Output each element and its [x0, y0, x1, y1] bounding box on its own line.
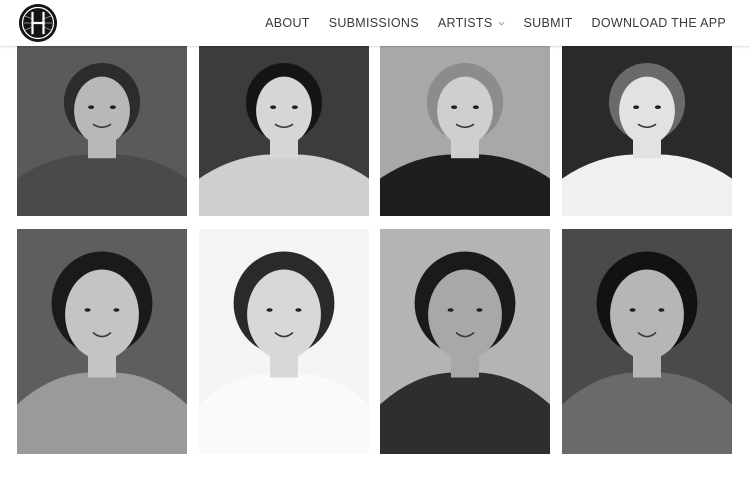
- artist-portrait-3[interactable]: [380, 46, 550, 216]
- artist-portrait-7[interactable]: [380, 229, 550, 454]
- site-header: ABOUT SUBMISSIONS ARTISTS SUBMIT DOWNLOA…: [0, 0, 750, 46]
- nav-submit[interactable]: SUBMIT: [524, 16, 573, 30]
- artist-portrait-2-image: [199, 46, 369, 216]
- artist-portrait-6-image: [199, 229, 369, 454]
- site-logo[interactable]: [19, 4, 57, 42]
- artist-portrait-4[interactable]: [562, 46, 732, 216]
- main-nav: ABOUT SUBMISSIONS ARTISTS SUBMIT DOWNLOA…: [246, 0, 726, 46]
- artist-portrait-1[interactable]: [17, 46, 187, 216]
- artist-portrait-1-image: [17, 46, 187, 216]
- nav-download-app[interactable]: DOWNLOAD THE APP: [592, 16, 726, 30]
- artist-portrait-7-image: [380, 229, 550, 454]
- nav-submissions-label: SUBMISSIONS: [328, 16, 419, 30]
- artist-portrait-6[interactable]: [199, 229, 369, 454]
- logo-h-icon: [19, 4, 57, 42]
- artist-portrait-8[interactable]: [562, 229, 732, 454]
- artist-portrait-5[interactable]: [17, 229, 187, 454]
- nav-about[interactable]: ABOUT: [265, 16, 310, 30]
- nav-artists[interactable]: ARTISTS: [438, 16, 505, 30]
- artist-portrait-4-image: [562, 46, 732, 216]
- nav-artists-label: ARTISTS: [437, 16, 493, 30]
- artist-portrait-2[interactable]: [199, 46, 369, 216]
- nav-submit-label: SUBMIT: [523, 16, 573, 30]
- artist-portrait-5-image: [17, 229, 187, 454]
- artist-portrait-3-image: [380, 46, 550, 216]
- artist-portrait-8-image: [562, 229, 732, 454]
- nav-submissions[interactable]: SUBMISSIONS: [329, 16, 419, 30]
- chevron-down-icon: [498, 20, 505, 27]
- nav-download-app-label: DOWNLOAD THE APP: [591, 16, 726, 30]
- nav-about-label: ABOUT: [265, 16, 310, 30]
